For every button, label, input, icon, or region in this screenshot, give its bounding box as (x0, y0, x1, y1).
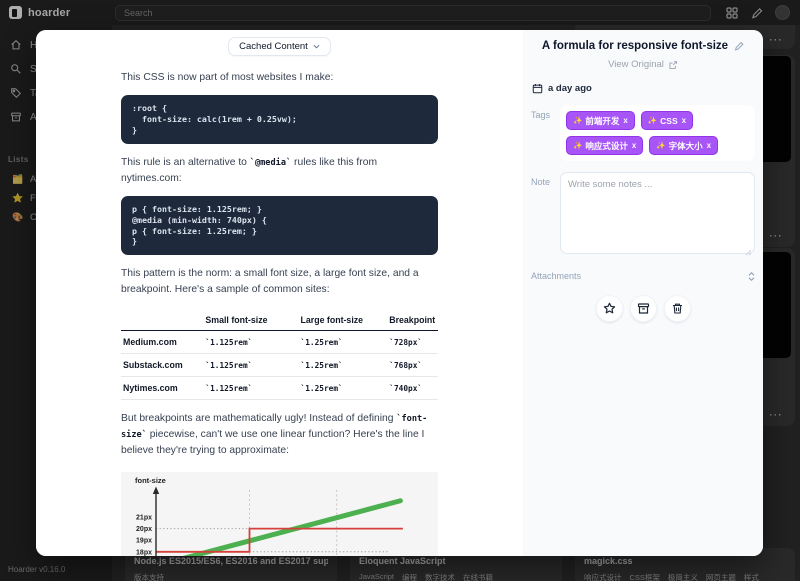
tag-pill-list: ✨前端开发x✨CSSx✨响应式设计x✨字体大小x (560, 105, 755, 161)
remove-tag-icon[interactable]: x (632, 141, 636, 150)
tag-pill[interactable]: ✨前端开发 x (566, 111, 635, 130)
note-section: Note (531, 172, 755, 259)
article-paragraph: This CSS is now part of most websites I … (121, 70, 438, 86)
created-date: a day ago (532, 83, 755, 94)
view-original-link[interactable]: View Original (531, 59, 755, 70)
tag-pill[interactable]: ✨ 字体大小 x (649, 136, 718, 155)
tag-label: 响应式设计 (585, 140, 628, 152)
sparkles-icon: ✨ (573, 141, 582, 150)
bookmark-actions (531, 295, 755, 322)
svg-text:19px: 19px (136, 538, 152, 545)
sparkles-icon: ✨ (648, 116, 657, 125)
code-block-media-query: p { font-size: 1.125rem; } @media (min-w… (121, 196, 438, 256)
svg-text:18px: 18px (136, 549, 152, 556)
article-body: This CSS is now part of most websites I … (121, 70, 438, 556)
figure-svg: font-size21px20px19px18px17px16px (121, 472, 438, 556)
tag-pill[interactable]: ✨CSS x (641, 111, 693, 130)
table-row: Medium.com`1.125rem``1.25rem``728px` (121, 331, 438, 354)
trash-icon (671, 302, 684, 315)
note-label: Note (531, 172, 555, 259)
bookmark-preview-modal: Cached Content This CSS is now part of m… (36, 30, 763, 556)
bookmark-details-pane: A formula for responsive font-size View … (523, 30, 763, 556)
remove-tag-icon[interactable]: x (623, 116, 627, 125)
sparkles-icon: ✨ (573, 116, 582, 125)
calendar-icon (532, 83, 543, 94)
tag-pill[interactable]: ✨响应式设计 x (566, 136, 643, 155)
svg-text:20px: 20px (136, 526, 152, 533)
note-input[interactable] (560, 172, 755, 254)
archive-box-icon (637, 302, 650, 315)
tag-label: 字体大小 (669, 140, 703, 152)
svg-text:font-size: font-size (135, 476, 166, 485)
sparkles-icon: ✨ (656, 141, 665, 150)
resize-grip-icon[interactable] (745, 249, 752, 256)
edit-title-icon[interactable] (734, 41, 744, 51)
delete-button[interactable] (664, 295, 691, 322)
cached-content-pane: Cached Content This CSS is now part of m… (36, 30, 523, 556)
table-row: Substack.com`1.125rem``1.25rem``768px` (121, 354, 438, 377)
code-block-root-fontsize: :root { font-size: calc(1rem + 0.25vw); … (121, 95, 438, 144)
remove-tag-icon[interactable]: x (707, 141, 711, 150)
tag-label: 前端开发 (585, 115, 619, 127)
article-paragraph: This pattern is the norm: a small font s… (121, 266, 438, 298)
remove-tag-icon[interactable]: x (682, 116, 686, 125)
article-paragraph: This rule is an alternative to `@media` … (121, 155, 438, 187)
cached-content-label: Cached Content (239, 41, 308, 52)
cached-content-dropdown[interactable]: Cached Content (228, 37, 331, 56)
tags-label: Tags (531, 105, 555, 161)
attachments-label: Attachments (531, 271, 581, 281)
chevron-down-icon (313, 44, 320, 49)
table-row: Nytimes.com`1.125rem``1.25rem``740px` (121, 377, 438, 400)
tags-section: Tags ✨前端开发x✨CSSx✨响应式设计x✨字体大小x (531, 105, 755, 161)
tag-label: CSS (660, 116, 677, 126)
favourite-button[interactable] (596, 295, 623, 322)
article-figure: font-size21px20px19px18px17px16px (121, 472, 438, 556)
inline-code: `@media` (250, 158, 291, 168)
page-title: A formula for responsive font-size (531, 40, 755, 52)
star-icon (603, 302, 616, 315)
external-link-icon (668, 60, 678, 70)
table-header-row: Small font-sizeLarge font-sizeBreakpoint (121, 311, 438, 331)
font-size-table: Small font-sizeLarge font-sizeBreakpoint… (121, 311, 438, 400)
article-paragraph: But breakpoints are mathematically ugly!… (121, 411, 438, 459)
archive-button[interactable] (630, 295, 657, 322)
svg-text:21px: 21px (136, 515, 152, 522)
chevrons-up-down-icon (748, 272, 755, 281)
attachments-toggle[interactable]: Attachments (531, 271, 755, 281)
